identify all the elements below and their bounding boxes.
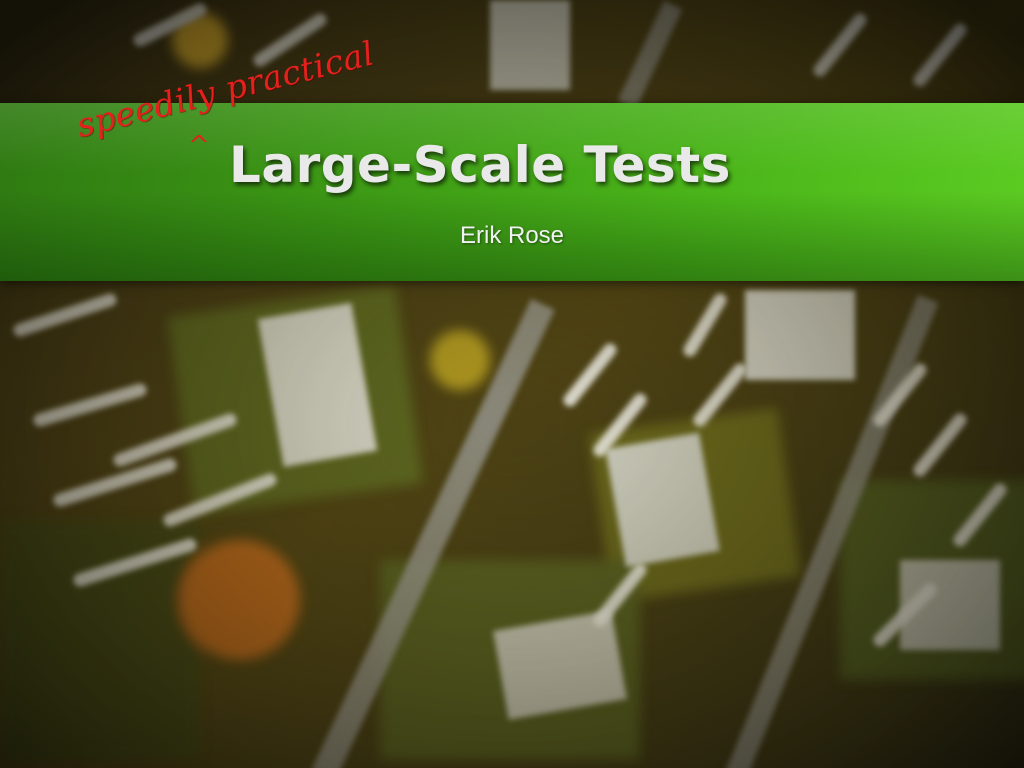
slide-title: Large-Scale Tests <box>229 136 731 194</box>
presentation-slide: speedily practical ^ Large-Scale Tests E… <box>0 0 1024 768</box>
insertion-caret: ^ <box>188 131 210 161</box>
author-name: Erik Rose <box>459 222 565 249</box>
